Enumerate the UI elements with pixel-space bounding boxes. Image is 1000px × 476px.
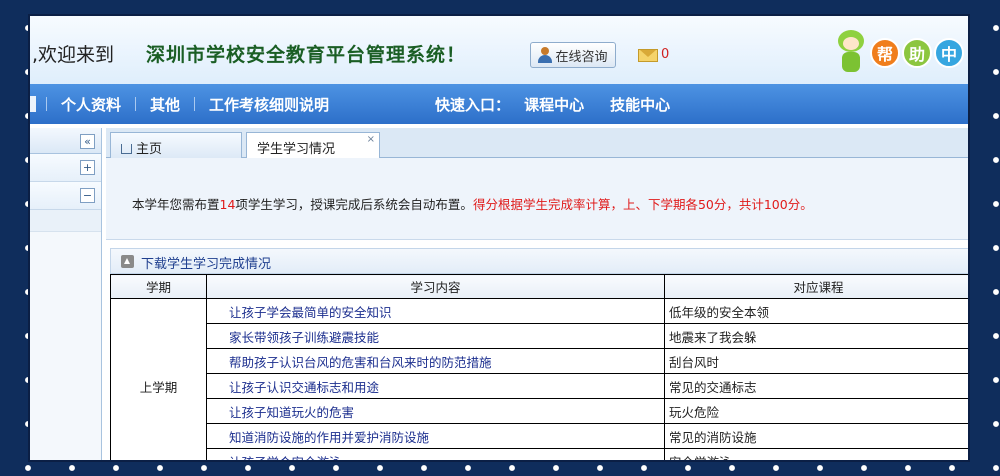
- user-consult-icon: [538, 47, 553, 63]
- learning-content-link[interactable]: 知道消防设施的作用并爱护消防设施: [206, 423, 665, 449]
- quick-entry-label: 快速入口：: [435, 95, 511, 114]
- quick-link-course-center[interactable]: 课程中心: [524, 94, 584, 115]
- collapse-icon[interactable]: −: [80, 188, 95, 203]
- system-title: 深圳市学校安全教育平台管理系统！: [146, 44, 467, 66]
- course-cell: 常见的消防设施: [664, 423, 968, 449]
- tab-strip: 主页 学生学习情况 ×: [106, 128, 968, 159]
- table-row: 家长带领孩子训练避震技能 地震来了我会躲: [111, 323, 968, 349]
- nav-item-work-rules[interactable]: 工作考核细则说明: [195, 94, 343, 115]
- table-row: 让孩子认识交通标志和用途 常见的交通标志: [111, 373, 968, 399]
- table-header-row: 学期 学习内容 对应课程: [110, 274, 968, 299]
- nav-item-other[interactable]: 其他: [136, 94, 194, 115]
- sidebar-header: «: [30, 128, 101, 154]
- download-completion-link[interactable]: 下载学生学习完成情况: [141, 253, 271, 272]
- table-row: 让孩子学会安全游泳 安全学游泳: [111, 448, 968, 460]
- table-row: 上学期 让孩子学会最简单的安全知识 低年级的安全本领: [110, 298, 968, 460]
- column-header-course: 对应课程: [664, 274, 968, 299]
- mascot-icon: [834, 28, 868, 74]
- tab-home-label: 主页: [136, 142, 163, 157]
- left-sidebar: « + −: [30, 128, 102, 460]
- scoring-notice: 得分根据学生完成率计算，上、下学期各50分，共计100分。: [472, 197, 813, 212]
- help-char-1: 帮: [870, 38, 900, 68]
- term-cell: 上学期: [110, 298, 207, 460]
- info-part-1: 本学年您需布置: [132, 197, 220, 212]
- course-cell: 玩火危险: [664, 398, 968, 424]
- header-banner: ,欢迎来到 深圳市学校安全教育平台管理系统！ 在线咨询 0 帮 助 中: [30, 16, 968, 84]
- table-row: 知道消防设施的作用并爱护消防设施 常见的消防设施: [111, 423, 968, 449]
- learning-content-link[interactable]: 帮助孩子认识台风的危害和台风来时的防范措施: [206, 348, 665, 374]
- course-cell: 刮台风时: [664, 348, 968, 374]
- sidebar-menu-group[interactable]: −: [30, 182, 101, 210]
- table-row: 帮助孩子认识台风的危害和台风来时的防范措施 刮台风时: [111, 348, 968, 374]
- top-navbar: 个人资料 其他 工作考核细则说明 快速入口： 课程中心 技能中心: [30, 84, 968, 124]
- quick-link-skill-center[interactable]: 技能中心: [610, 94, 670, 115]
- tab-home[interactable]: 主页: [110, 132, 242, 158]
- course-cell: 地震来了我会躲: [664, 323, 968, 349]
- close-tab-icon[interactable]: ×: [367, 134, 375, 145]
- learning-table: 学期 学习内容 对应课程 上学期 让孩子学会最简单的安全知识 低年级的安全本领 …: [110, 274, 968, 460]
- info-part-2: 项学生学习，授课完成后系统会自动布置。: [235, 197, 473, 212]
- online-consult-label: 在线咨询: [555, 49, 608, 65]
- column-header-content: 学习内容: [206, 274, 665, 299]
- home-icon: [121, 144, 132, 154]
- sidebar-menu-item[interactable]: [30, 210, 101, 232]
- expand-icon[interactable]: +: [80, 160, 95, 175]
- learning-content-link[interactable]: 让孩子学会最简单的安全知识: [206, 298, 665, 324]
- download-bar: 下载学生学习完成情况: [110, 248, 968, 274]
- course-cell: 常见的交通标志: [664, 373, 968, 399]
- assignment-info-text: 本学年您需布置14项学生学习，授课完成后系统会自动布置。得分根据学生完成率计算，…: [132, 194, 813, 213]
- table-row: 让孩子知道玩火的危害 玩火危险: [111, 398, 968, 424]
- assignment-count: 14: [219, 197, 236, 212]
- help-center[interactable]: 帮 助 中: [834, 26, 968, 82]
- learning-content-link[interactable]: 家长带领孩子训练避震技能: [206, 323, 665, 349]
- mail-count: 0: [661, 47, 670, 62]
- download-icon[interactable]: [121, 255, 134, 268]
- sidebar-menu-group[interactable]: +: [30, 154, 101, 182]
- column-header-term: 学期: [110, 274, 207, 299]
- help-char-3: 中: [934, 38, 964, 68]
- online-consult-button[interactable]: 在线咨询: [530, 42, 616, 68]
- collapse-sidebar-button[interactable]: «: [80, 134, 95, 149]
- nav-item-profile[interactable]: 个人资料: [47, 94, 135, 115]
- help-char-2: 助: [902, 38, 932, 68]
- assignment-info-panel: 本学年您需布置14项学生学习，授课完成后系统会自动布置。得分根据学生完成率计算，…: [106, 158, 968, 240]
- main-content: 主页 学生学习情况 × 本学年您需布置14项学生学习，授课完成后系统会自动布置。…: [106, 128, 968, 460]
- course-cell: 低年级的安全本领: [664, 298, 968, 324]
- mail-icon[interactable]: [638, 49, 658, 62]
- learning-content-link[interactable]: 让孩子知道玩火的危害: [206, 398, 665, 424]
- tab-student-learning[interactable]: 学生学习情况 ×: [246, 132, 380, 159]
- browser-screen: ,欢迎来到 深圳市学校安全教育平台管理系统！ 在线咨询 0 帮 助 中 个人资料…: [28, 14, 970, 462]
- course-cell: 安全学游泳: [664, 448, 968, 460]
- learning-content-link[interactable]: 让孩子学会安全游泳: [206, 448, 665, 460]
- learning-content-link[interactable]: 让孩子认识交通标志和用途: [206, 373, 665, 399]
- nav-item-truncated[interactable]: [30, 96, 36, 112]
- welcome-text: ,欢迎来到: [32, 44, 115, 66]
- tab-student-learning-label: 学生学习情况: [257, 142, 336, 157]
